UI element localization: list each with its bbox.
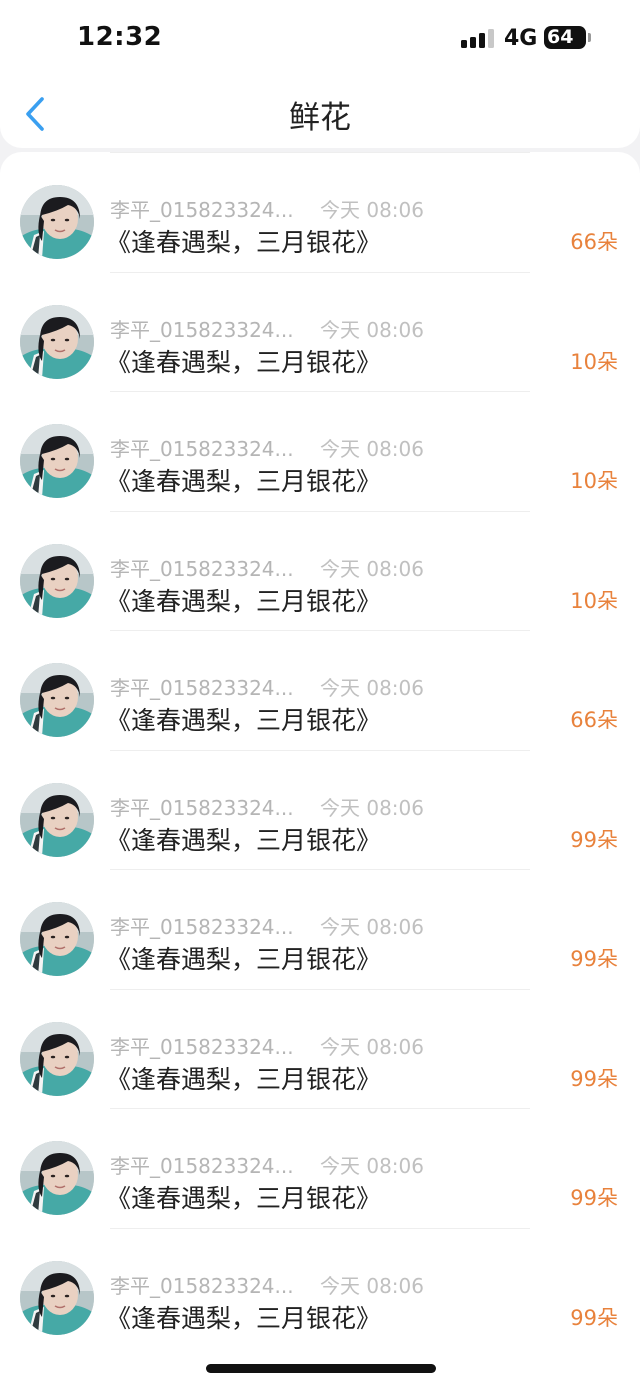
sender-name: 李平_015823324... [110, 556, 294, 581]
sender-name: 李平_015823324... [110, 915, 294, 939]
sent-time: 今天 08:06 [320, 437, 424, 461]
sent-time: 今天 08:06 [320, 1273, 424, 1298]
gift-title: 《逢春遇梨，三月银花》 [106, 706, 382, 735]
row-divider [110, 271, 530, 273]
sent-time: 今天 08:06 [320, 198, 424, 222]
row-divider [110, 152, 530, 153]
avatar[interactable] [20, 304, 94, 379]
list-item[interactable]: 李平_015823324... 今天 08:06 《逢春遇梨，三月银花》 10朵 [0, 271, 640, 392]
list-item[interactable]: 李平_015823324... 今天 08:06 《逢春遇梨，三月银花》 99朵 [0, 869, 640, 989]
sent-time: 今天 08:06 [320, 1034, 424, 1059]
row-divider [110, 988, 530, 990]
avatar[interactable] [20, 663, 94, 737]
flower-count: 99朵 [570, 827, 618, 852]
row-divider [110, 749, 530, 751]
avatar[interactable] [20, 782, 94, 857]
list-item[interactable]: 李平_015823324... 今天 08:06 《逢春遇梨，三月银花》 66朵 [0, 152, 640, 272]
avatar[interactable] [20, 185, 94, 259]
list-item[interactable]: 李平_015823324... 今天 08:06 《逢春遇梨，三月银花》 99朵 [0, 1108, 640, 1228]
gift-list: 李平_015823324... 今天 08:06 《逢春遇梨，三月银花》 66朵… [0, 152, 640, 1385]
avatar[interactable] [20, 543, 94, 618]
sender-name: 李平_015823324... [110, 1034, 294, 1059]
gift-title: 《逢春遇梨，三月银花》 [106, 1064, 382, 1094]
sent-time: 今天 08:06 [320, 317, 424, 342]
sent-time: 今天 08:06 [320, 676, 424, 700]
list-item[interactable]: 李平_015823324... 今天 08:06 《逢春遇梨，三月银花》 10朵 [0, 391, 640, 511]
flower-count: 10朵 [570, 588, 618, 613]
list-item[interactable]: 李平_015823324... 今天 08:06 《逢春遇梨，三月银花》 66朵 [0, 630, 640, 750]
gift-title: 《逢春遇梨，三月银花》 [106, 347, 382, 377]
battery-tip [588, 33, 591, 42]
sent-time: 今天 08:06 [320, 795, 424, 820]
sender-name: 李平_015823324... [110, 437, 294, 461]
battery-level: 64 [547, 26, 574, 48]
status-time: 12:32 [77, 22, 163, 52]
back-button[interactable] [20, 94, 60, 134]
sender-name: 李平_015823324... [110, 317, 294, 342]
list-item[interactable]: 李平_015823324... 今天 08:06 《逢春遇梨，三月银花》 99朵 [0, 749, 640, 870]
row-divider [110, 1108, 530, 1109]
row-divider [110, 630, 530, 631]
flower-count: 66朵 [570, 230, 618, 254]
sent-time: 今天 08:06 [320, 556, 424, 581]
gift-title: 《逢春遇梨，三月银花》 [106, 825, 382, 855]
gift-title: 《逢春遇梨，三月银花》 [106, 945, 382, 974]
sender-name: 李平_015823324... [110, 676, 294, 700]
avatar[interactable] [20, 1260, 94, 1335]
chevron-left-icon [26, 97, 44, 131]
sent-time: 今天 08:06 [320, 915, 424, 939]
battery-icon: 64 [544, 26, 586, 49]
sent-time: 今天 08:06 [320, 1154, 424, 1178]
network-type: 4G [504, 26, 538, 51]
page-title: 鲜花 [289, 100, 351, 136]
sender-name: 李平_015823324... [110, 1273, 294, 1298]
flower-count: 99朵 [570, 947, 618, 971]
avatar[interactable] [20, 424, 94, 498]
list-item[interactable]: 李平_015823324... 今天 08:06 《逢春遇梨，三月银花》 99朵 [0, 1227, 640, 1348]
row-divider [110, 869, 530, 870]
flower-count: 99朵 [570, 1066, 618, 1091]
top-bar: 12:32 4G 64 鲜花 [0, 0, 640, 148]
flower-count: 99朵 [570, 1305, 618, 1330]
gift-title: 《逢春遇梨，三月银花》 [106, 228, 382, 257]
flower-count: 10朵 [570, 349, 618, 374]
avatar[interactable] [20, 902, 94, 976]
list-item[interactable]: 李平_015823324... 今天 08:06 《逢春遇梨，三月银花》 10朵 [0, 510, 640, 631]
avatar[interactable] [20, 1021, 94, 1096]
sender-name: 李平_015823324... [110, 1154, 294, 1178]
list-item[interactable]: 李平_015823324... 今天 08:06 《逢春遇梨，三月银花》 99朵 [0, 988, 640, 1109]
row-divider [110, 391, 530, 392]
flower-count: 66朵 [570, 708, 618, 732]
row-divider [110, 510, 530, 512]
sender-name: 李平_015823324... [110, 795, 294, 820]
gift-title: 《逢春遇梨，三月银花》 [106, 467, 382, 496]
avatar[interactable] [20, 1141, 94, 1215]
sender-name: 李平_015823324... [110, 198, 294, 222]
row-divider [110, 1227, 530, 1229]
flower-count: 99朵 [570, 1186, 618, 1210]
flower-count: 10朵 [570, 469, 618, 493]
gift-title: 《逢春遇梨，三月银花》 [106, 586, 382, 616]
gift-title: 《逢春遇梨，三月银花》 [106, 1184, 382, 1213]
home-indicator[interactable] [206, 1364, 436, 1373]
gift-title: 《逢春遇梨，三月银花》 [106, 1303, 382, 1333]
cellular-signal-icon [461, 28, 495, 48]
